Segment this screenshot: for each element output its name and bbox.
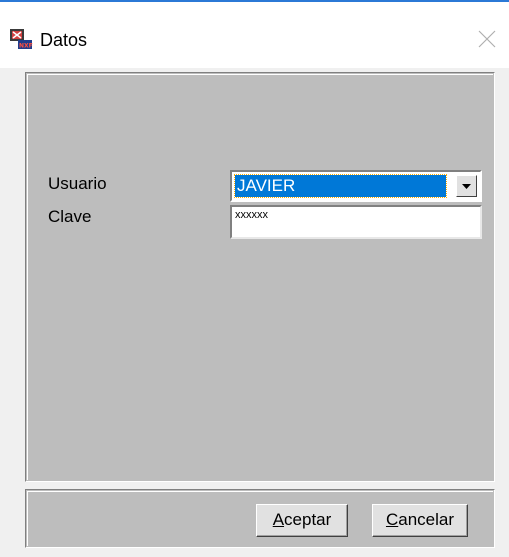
cancelar-mnemonic: C	[385, 510, 399, 529]
aceptar-button[interactable]: Aceptar	[256, 504, 348, 537]
svg-text:NXF: NXF	[19, 43, 33, 50]
usuario-combobox[interactable]: JAVIER	[230, 170, 482, 202]
close-icon[interactable]	[474, 26, 500, 52]
title-bar[interactable]: NXF Datos	[0, 2, 509, 68]
chevron-down-icon[interactable]	[456, 175, 477, 197]
cancelar-button[interactable]: Cancelar	[372, 504, 468, 537]
window-title: Datos	[40, 30, 88, 50]
nxf-app-icon: NXF	[9, 28, 33, 50]
form-panel	[25, 72, 495, 482]
clave-label: Clave	[48, 207, 92, 226]
aceptar-label: ceptar	[284, 510, 332, 529]
aceptar-mnemonic: A	[272, 510, 285, 529]
cancelar-label: ancelar	[398, 510, 455, 529]
usuario-label: Usuario	[48, 174, 107, 193]
clave-password-field[interactable]: xxxxxx	[230, 205, 482, 239]
usuario-selected-value[interactable]: JAVIER	[234, 174, 447, 198]
dialog-window: NXF Datos Usuario Clave JAVIER xxxxxx Ac…	[0, 0, 509, 557]
